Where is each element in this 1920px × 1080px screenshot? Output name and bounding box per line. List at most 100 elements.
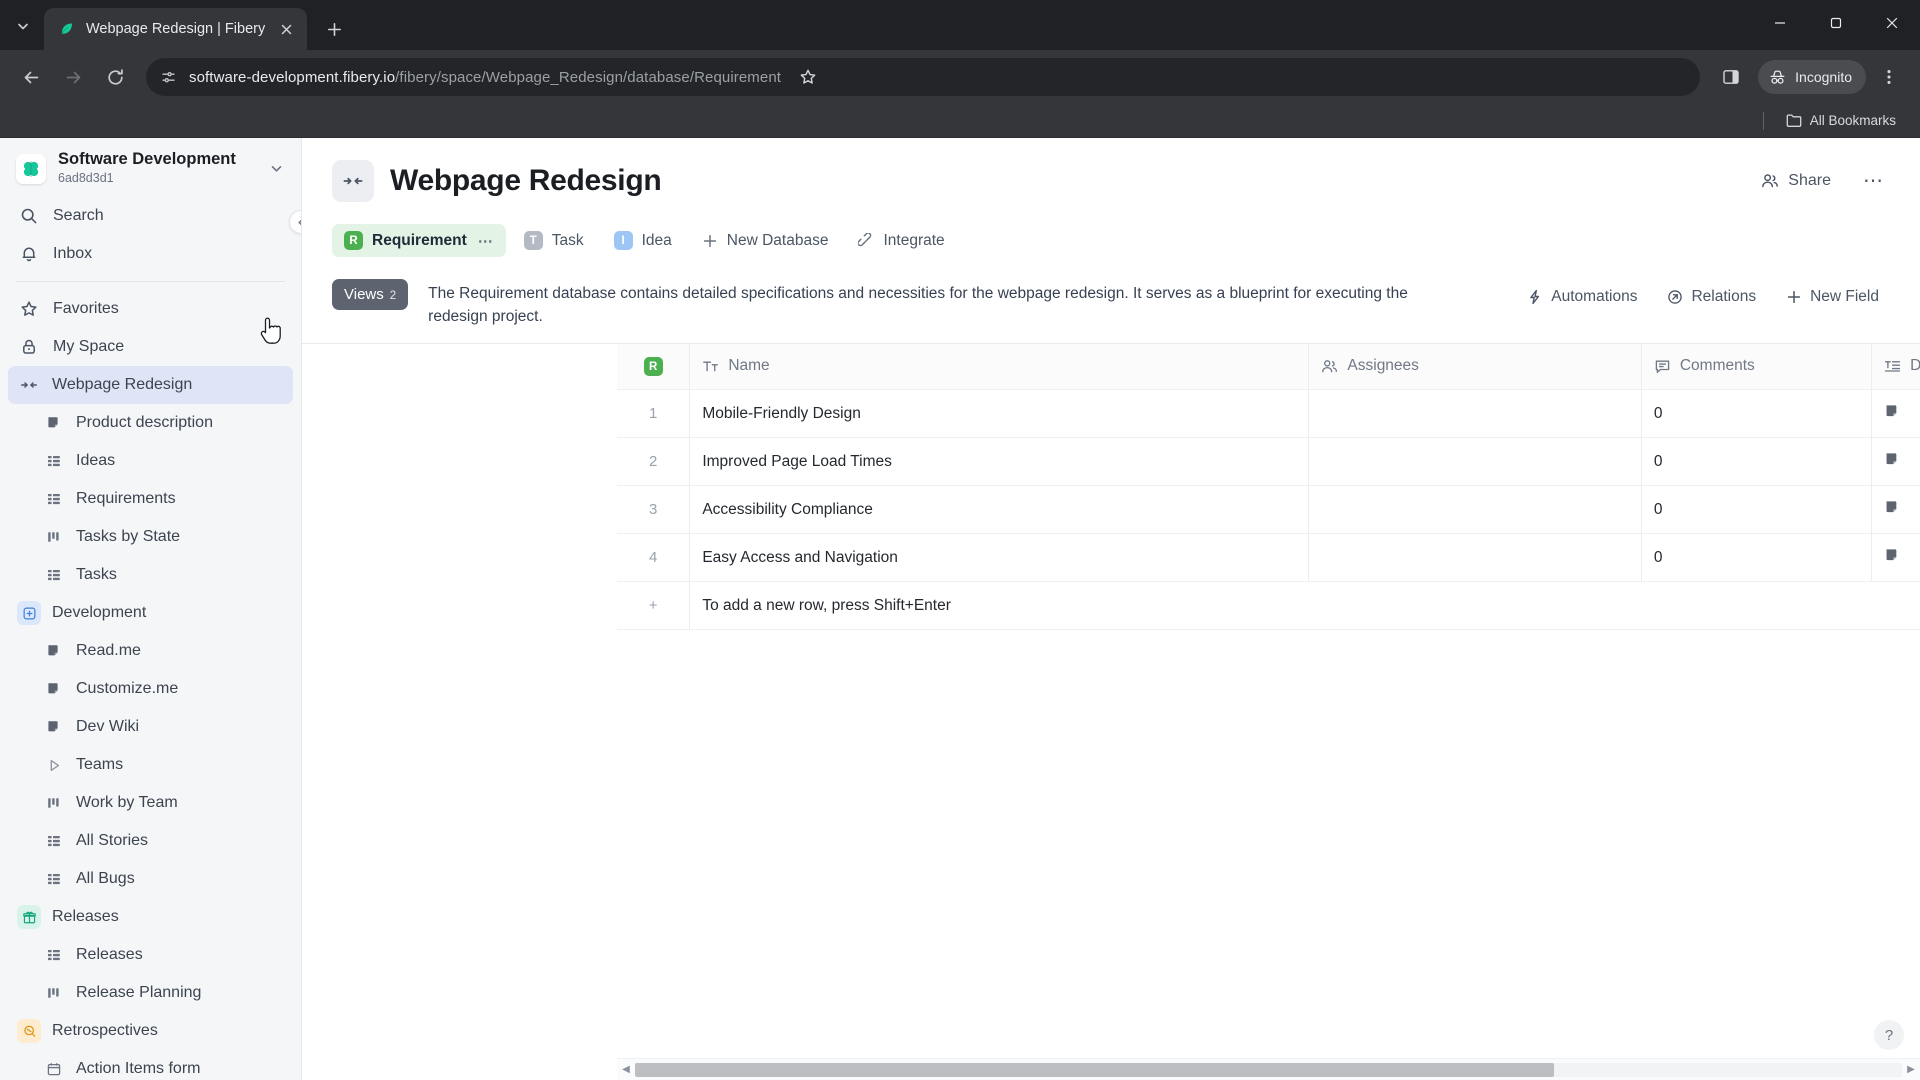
cell-assignees[interactable] bbox=[1308, 533, 1642, 582]
back-arrow-icon[interactable] bbox=[12, 58, 50, 96]
cell-description[interactable] bbox=[1871, 533, 1920, 582]
sidebar-item-tasks[interactable]: Tasks bbox=[8, 556, 293, 594]
column-header-comments[interactable]: Comments bbox=[1641, 343, 1873, 390]
three-dot-menu-icon[interactable] bbox=[1870, 58, 1908, 96]
sidebar-item-retrospectives[interactable]: Retrospectives bbox=[8, 1012, 293, 1050]
new-database-button[interactable]: New Database bbox=[690, 225, 841, 257]
sidebar-item-releases-space[interactable]: Releases bbox=[8, 898, 293, 936]
tab-task[interactable]: T Task bbox=[512, 224, 596, 257]
triangle-right-icon[interactable]: ▶ bbox=[1902, 1059, 1920, 1080]
cell-comments[interactable]: 0 bbox=[1641, 437, 1873, 486]
sidebar-item-product-description[interactable]: Product description bbox=[8, 404, 293, 442]
more-options-button[interactable]: ⋯ bbox=[1857, 171, 1890, 191]
maximize-button[interactable] bbox=[1808, 0, 1864, 46]
cell-description[interactable] bbox=[1871, 437, 1920, 486]
sidebar-item-teams[interactable]: Teams bbox=[8, 746, 293, 784]
browser-window: Webpage Redesign | Fibery software-devel… bbox=[0, 0, 1920, 1080]
sidebar-item-ideas[interactable]: Ideas bbox=[8, 442, 293, 480]
minimize-button[interactable] bbox=[1752, 0, 1808, 46]
cell-name[interactable]: Improved Page Load Times bbox=[689, 437, 1310, 486]
close-icon[interactable] bbox=[275, 18, 297, 40]
cell-description[interactable] bbox=[1871, 389, 1920, 438]
cell-name[interactable]: Accessibility Compliance bbox=[689, 485, 1310, 534]
tab-requirement[interactable]: R Requirement ⋯ bbox=[332, 224, 506, 257]
automations-label: Automations bbox=[1551, 288, 1638, 305]
cell-comments[interactable]: 0 bbox=[1641, 533, 1873, 582]
new-field-button[interactable]: New Field bbox=[1775, 281, 1890, 313]
relations-label: Relations bbox=[1691, 288, 1757, 305]
column-header-index[interactable]: R bbox=[617, 343, 691, 390]
address-bar[interactable]: software-development.fibery.io/fibery/sp… bbox=[146, 58, 1701, 96]
sidebar-item-webpage-redesign[interactable]: Webpage Redesign bbox=[8, 366, 293, 405]
database-tabs: R Requirement ⋯ T Task I Idea New Databa… bbox=[332, 224, 1890, 257]
site-settings-icon[interactable] bbox=[160, 69, 177, 86]
plus-icon[interactable]: + bbox=[617, 581, 691, 630]
sidebar-item-label: Favorites bbox=[53, 300, 119, 318]
cell-name[interactable]: Mobile-Friendly Design bbox=[689, 389, 1310, 438]
sidebar-item-search[interactable]: Search bbox=[8, 197, 293, 235]
table-row[interactable]: 1 Mobile-Friendly Design 0 Jun 30, 2023 bbox=[617, 389, 1920, 438]
profile-incognito-button[interactable]: Incognito bbox=[1758, 60, 1866, 94]
side-panel-icon[interactable] bbox=[1712, 58, 1750, 96]
column-header-name[interactable]: Name bbox=[689, 343, 1310, 390]
cell-name[interactable]: Easy Access and Navigation bbox=[689, 533, 1310, 582]
lightning-icon bbox=[1527, 289, 1543, 305]
browser-tab[interactable]: Webpage Redesign | Fibery bbox=[44, 8, 308, 50]
sidebar-item-customizeme[interactable]: Customize.me bbox=[8, 670, 293, 708]
new-tab-button[interactable] bbox=[317, 12, 351, 46]
tab-more-icon[interactable]: ⋯ bbox=[478, 232, 494, 250]
cell-assignees[interactable] bbox=[1308, 485, 1642, 534]
window-close-button[interactable] bbox=[1864, 0, 1920, 46]
cell-assignees[interactable] bbox=[1308, 437, 1642, 486]
relations-button[interactable]: Relations bbox=[1656, 281, 1767, 313]
views-button[interactable]: Views 2 bbox=[332, 279, 409, 310]
sidebar-item-requirements[interactable]: Requirements bbox=[8, 480, 293, 518]
sidebar-item-development[interactable]: Development bbox=[8, 594, 293, 632]
automations-button[interactable]: Automations bbox=[1516, 281, 1648, 313]
scrollbar-track[interactable] bbox=[635, 1062, 1902, 1077]
play-outline-icon bbox=[44, 758, 64, 773]
description-bar: Views 2 The Requirement database contain… bbox=[332, 279, 1890, 343]
table-row[interactable]: 3 Accessibility Compliance 0 Aug 10, 202… bbox=[617, 485, 1920, 534]
column-header-assignees[interactable]: Assignees bbox=[1308, 343, 1642, 390]
sidebar-item-work-by-team[interactable]: Work by Team bbox=[8, 784, 293, 822]
cell-comments[interactable]: 0 bbox=[1641, 485, 1873, 534]
forward-arrow-icon[interactable] bbox=[54, 58, 92, 96]
column-header-description[interactable]: Description bbox=[1871, 343, 1920, 390]
column-label: Assignees bbox=[1347, 357, 1419, 375]
incognito-hat-icon bbox=[1768, 68, 1787, 87]
sidebar-item-tasks-by-state[interactable]: Tasks by State bbox=[8, 518, 293, 556]
document-icon bbox=[44, 719, 64, 735]
sidebar-item-favorites[interactable]: Favorites bbox=[8, 290, 293, 328]
star-icon[interactable] bbox=[793, 62, 823, 92]
sidebar-item-releases[interactable]: Releases bbox=[8, 936, 293, 974]
sidebar-item-release-planning[interactable]: Release Planning bbox=[8, 974, 293, 1012]
table-row[interactable]: 2 Improved Page Load Times 0 Jul 15, 202… bbox=[617, 437, 1920, 486]
cell-assignees[interactable] bbox=[1308, 389, 1642, 438]
add-row[interactable]: + To add a new row, press Shift+Enter bbox=[617, 581, 1920, 630]
help-button[interactable]: ? bbox=[1874, 1020, 1904, 1050]
horizontal-scrollbar[interactable]: ◀ ▶ bbox=[617, 1058, 1920, 1080]
sidebar-item-dev-wiki[interactable]: Dev Wiki bbox=[8, 708, 293, 746]
cell-description[interactable] bbox=[1871, 485, 1920, 534]
sidebar-item-all-bugs[interactable]: All Bugs bbox=[8, 860, 293, 898]
sidebar-item-readme[interactable]: Read.me bbox=[8, 632, 293, 670]
scrollbar-thumb[interactable] bbox=[635, 1062, 1554, 1077]
all-bookmarks-button[interactable]: All Bookmarks bbox=[1780, 110, 1902, 131]
integrate-button[interactable]: Integrate bbox=[846, 225, 956, 257]
triangle-left-icon[interactable]: ◀ bbox=[617, 1059, 635, 1080]
cell-comments[interactable]: 0 bbox=[1641, 389, 1873, 438]
fibery-clover-icon bbox=[16, 153, 46, 184]
share-button[interactable]: Share bbox=[1753, 167, 1839, 195]
tab-idea[interactable]: I Idea bbox=[602, 224, 684, 257]
workspace-switcher[interactable]: Software Development 6ad8d3d1 bbox=[0, 138, 301, 197]
reload-icon[interactable] bbox=[96, 58, 134, 96]
tab-search-button[interactable] bbox=[6, 9, 40, 43]
sidebar-item-action-items-form[interactable]: Action Items form bbox=[8, 1050, 293, 1080]
sidebar-item-all-stories[interactable]: All Stories bbox=[8, 822, 293, 860]
chevron-down-icon[interactable] bbox=[265, 158, 287, 180]
sidebar-item-my-space[interactable]: My Space bbox=[8, 328, 293, 366]
text-field-icon bbox=[702, 358, 719, 375]
table-row[interactable]: 4 Easy Access and Navigation 0 Jan 25, 2… bbox=[617, 533, 1920, 582]
sidebar-item-inbox[interactable]: Inbox bbox=[8, 235, 293, 273]
